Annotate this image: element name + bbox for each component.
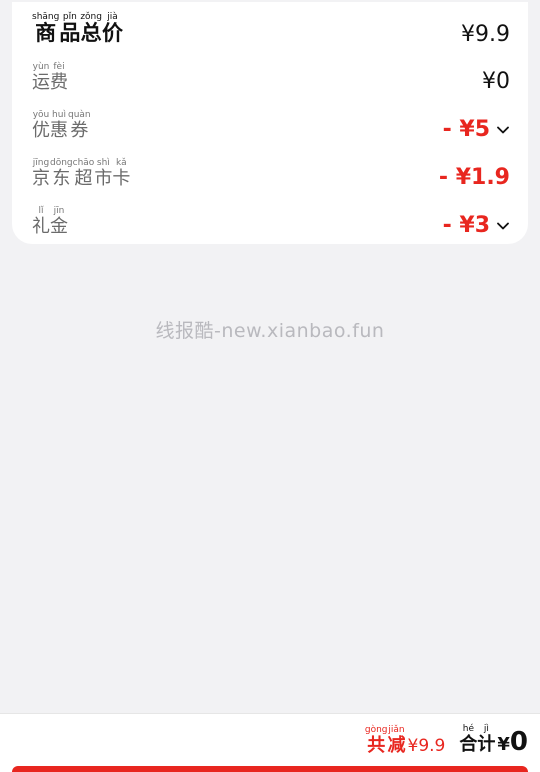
goods-total-row: 商shāng 品pǐn 总zǒng 价jià ¥9.9	[32, 12, 510, 47]
chevron-down-icon[interactable]	[496, 123, 510, 137]
shipping-row: 运yùn 费fèi ¥0	[32, 62, 510, 94]
jd-supermarket-card-value: - ¥1.9	[438, 165, 510, 190]
coupon-row[interactable]: 优yōu 惠huì 券quàn - ¥5	[32, 110, 510, 142]
watermark-text: 线报酷-new.xianbao.fun	[155, 320, 385, 342]
shipping-label: 运yùn 费fèi	[32, 62, 68, 92]
coupon-label: 优yōu 惠huì 券quàn	[32, 110, 91, 140]
checkout-summary: 共gòng 减jiǎn ¥9.9 合hé 计jì ¥0	[365, 724, 528, 757]
jd-supermarket-card-label: 京jīng 东dōng 超chāo 市shì 卡kǎ	[32, 158, 131, 188]
gift-money-label: 礼lǐ 金jīn	[32, 206, 68, 236]
coupon-value[interactable]: - ¥5	[443, 117, 510, 142]
gift-money-value[interactable]: - ¥3	[443, 213, 510, 238]
jd-supermarket-card-row: 京jīng 东dōng 超chāo 市shì 卡kǎ - ¥1.9	[32, 158, 510, 190]
total-reduction: 共gòng 减jiǎn ¥9.9	[364, 725, 446, 756]
chevron-down-icon[interactable]	[496, 219, 510, 233]
order-total-amount: ¥0	[497, 727, 528, 757]
gift-money-row[interactable]: 礼lǐ 金jīn - ¥3	[32, 206, 510, 238]
submit-order-button[interactable]	[12, 766, 528, 772]
shipping-value: ¥0	[482, 69, 510, 94]
price-summary-card: 商shāng 品pǐn 总zǒng 价jià ¥9.9 运yùn 费fèi ¥0…	[12, 2, 528, 244]
checkout-bottom-bar: 共gòng 减jiǎn ¥9.9 合hé 计jì ¥0	[0, 713, 540, 772]
order-total: 合hé 计jì ¥0	[459, 724, 528, 757]
goods-total-label: 商shāng 品pǐn 总zǒng 价jià	[32, 12, 123, 45]
total-reduction-amount: ¥9.9	[407, 736, 446, 756]
goods-total-value: ¥9.9	[461, 22, 510, 47]
